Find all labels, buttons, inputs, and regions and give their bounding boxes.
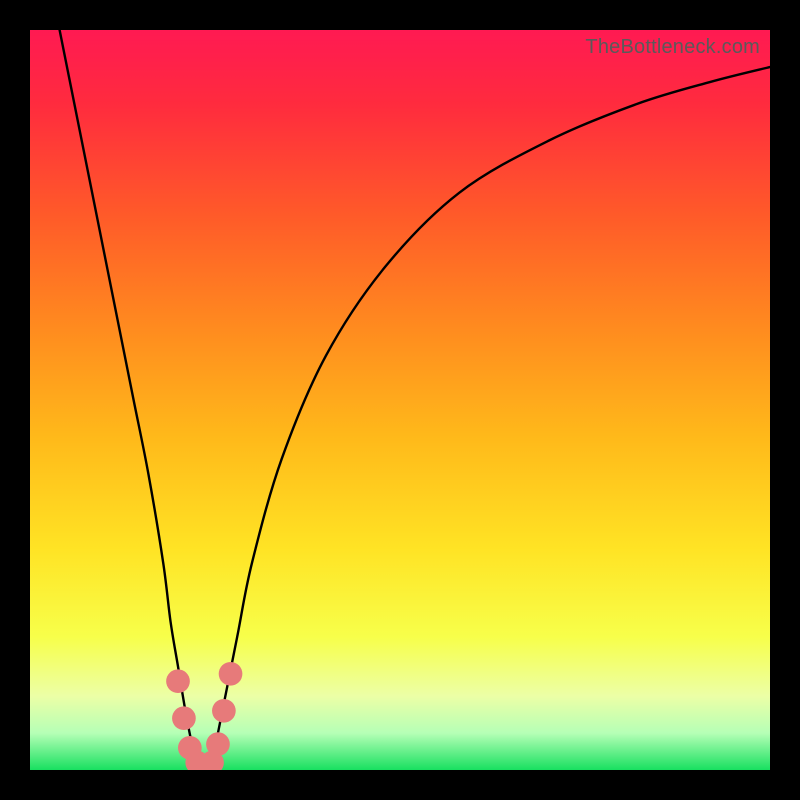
left-curve xyxy=(60,30,199,766)
highlight-dot xyxy=(166,669,190,693)
right-curve xyxy=(211,67,770,766)
watermark-text: TheBottleneck.com xyxy=(585,36,760,59)
highlight-dot xyxy=(206,732,230,756)
chart-container: { "watermark": "TheBottleneck.com", "col… xyxy=(0,0,800,800)
plot-area: TheBottleneck.com xyxy=(30,30,770,770)
highlight-dot xyxy=(212,699,236,723)
bottleneck-dots xyxy=(166,662,242,770)
highlight-dot xyxy=(172,706,196,730)
highlight-dot xyxy=(219,662,243,686)
curves-layer xyxy=(30,30,770,770)
